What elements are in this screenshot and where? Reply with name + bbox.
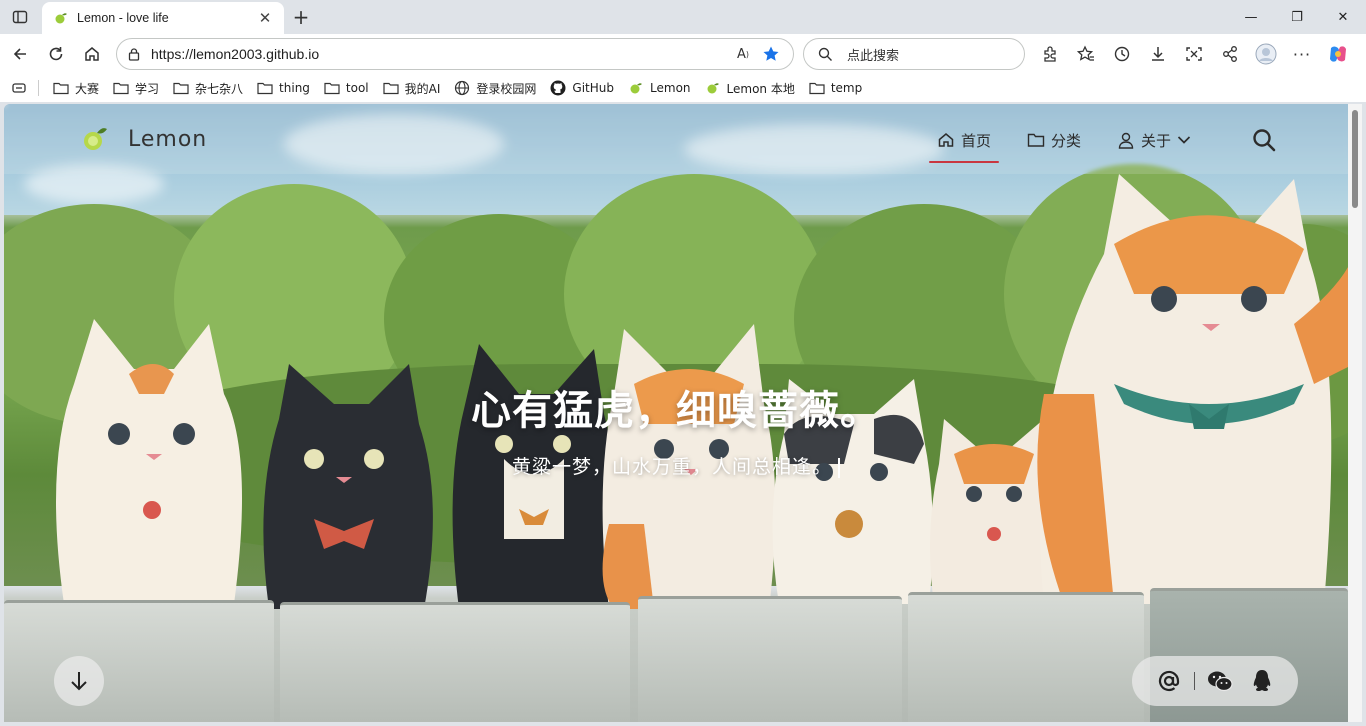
bookmark-item[interactable]: 我的AI bbox=[377, 77, 447, 99]
close-window-icon[interactable]: ✕ bbox=[1320, 0, 1366, 34]
lemon-favicon-icon bbox=[55, 13, 67, 24]
menu-label: 关于 bbox=[1141, 131, 1172, 150]
scroll-down-button[interactable] bbox=[54, 656, 104, 706]
hero-title: 心有猛虎，细嗅蔷薇。 bbox=[471, 388, 881, 434]
bookmark-item[interactable]: tool bbox=[318, 77, 375, 99]
url-text: https://lemon2003.github.io bbox=[151, 46, 320, 62]
tab-strip: Lemon - love life ✕ + — ❐ ✕ bbox=[0, 0, 1366, 34]
history-icon[interactable] bbox=[1108, 40, 1136, 68]
home-icon bbox=[937, 131, 955, 149]
hero-subtitle: 黄粱一梦，山水万重，人间总相逢。 bbox=[4, 452, 1348, 479]
folder-icon bbox=[324, 80, 340, 96]
folder-icon bbox=[173, 80, 189, 96]
qq-icon[interactable] bbox=[1249, 668, 1275, 694]
folder-icon bbox=[1027, 131, 1045, 149]
lemon-icon bbox=[628, 80, 644, 96]
lock-icon[interactable] bbox=[127, 47, 141, 61]
window-controls: — ❐ ✕ bbox=[1228, 0, 1366, 34]
favorite-star-icon[interactable] bbox=[759, 42, 783, 66]
home-icon[interactable] bbox=[78, 40, 106, 68]
email-at-icon[interactable] bbox=[1156, 668, 1182, 694]
bookmark-item[interactable]: 登录校园网 bbox=[448, 77, 542, 99]
menu-item-categories[interactable]: 分类 bbox=[1019, 126, 1089, 154]
social-divider bbox=[1193, 672, 1195, 690]
search-box[interactable]: 点此搜索 bbox=[803, 38, 1025, 70]
lemon-icon bbox=[705, 80, 721, 96]
profile-avatar-icon[interactable] bbox=[1252, 40, 1280, 68]
folder-icon bbox=[113, 80, 129, 96]
search-placeholder: 点此搜索 bbox=[847, 48, 900, 64]
favorites-icon[interactable] bbox=[1072, 40, 1100, 68]
tab-actions-icon[interactable] bbox=[8, 6, 32, 28]
bookmark-label: tool bbox=[345, 81, 369, 95]
bookmark-label: GitHub bbox=[572, 81, 615, 95]
more-options-icon[interactable]: ··· bbox=[1288, 40, 1316, 68]
site-search-icon[interactable] bbox=[1250, 126, 1278, 154]
bookmark-item[interactable]: 大赛 bbox=[47, 77, 105, 99]
bookmark-label: 登录校园网 bbox=[476, 81, 537, 96]
site-navbar: Lemon 首页 分类 关于 bbox=[4, 104, 1348, 174]
typing-cursor bbox=[838, 457, 840, 478]
back-icon[interactable] bbox=[6, 40, 34, 68]
menu-label: 分类 bbox=[1051, 131, 1082, 150]
bookmark-label: 大赛 bbox=[75, 81, 100, 96]
folder-icon bbox=[383, 80, 399, 96]
folder-icon bbox=[53, 80, 69, 96]
bookmark-item[interactable]: temp bbox=[803, 77, 868, 99]
bookmark-label: Lemon bbox=[650, 81, 691, 95]
bookmark-label: 杂七杂八 bbox=[195, 81, 244, 96]
bookmark-item[interactable]: Lemon bbox=[622, 77, 697, 99]
bookmark-label: temp bbox=[830, 81, 863, 95]
bookmark-label: 学习 bbox=[135, 81, 160, 96]
menu-label: 首页 bbox=[961, 131, 992, 150]
lemon-logo-icon bbox=[84, 128, 107, 150]
bookmark-item[interactable]: 杂七杂八 bbox=[167, 77, 249, 99]
menu-item-home[interactable]: 首页 bbox=[929, 126, 1000, 163]
bookmark-item[interactable]: thing bbox=[251, 77, 316, 99]
browser-toolbar: https://lemon2003.github.io A) 点此搜索 ··· bbox=[0, 34, 1366, 74]
read-aloud-icon[interactable]: A) bbox=[731, 42, 755, 66]
hero-subtitle-text: 黄粱一梦，山水万重，人间总相逢。 bbox=[511, 456, 832, 478]
bookmark-label: Lemon 本地 bbox=[726, 81, 795, 96]
arrow-down-icon bbox=[71, 672, 87, 691]
refresh-icon[interactable] bbox=[42, 40, 70, 68]
search-icon bbox=[818, 47, 832, 61]
bookmark-item[interactable]: 学习 bbox=[107, 77, 165, 99]
folder-icon bbox=[809, 80, 825, 96]
site-menu: 首页 分类 关于 bbox=[929, 126, 1219, 163]
bookmark-item[interactable]: Lemon 本地 bbox=[699, 77, 801, 99]
bookmark-item[interactable]: GitHub bbox=[544, 77, 620, 99]
tab-title: Lemon - love life bbox=[77, 11, 169, 25]
globe-icon bbox=[454, 80, 470, 96]
chevron-down-icon bbox=[1177, 135, 1191, 145]
user-icon bbox=[1117, 131, 1135, 149]
menu-item-about[interactable]: 关于 bbox=[1109, 126, 1199, 154]
logo-text: Lemon bbox=[128, 126, 208, 152]
folder-icon bbox=[257, 80, 273, 96]
active-tab[interactable]: Lemon - love life ✕ bbox=[42, 2, 284, 34]
social-links bbox=[1132, 656, 1298, 706]
extensions-icon[interactable] bbox=[1036, 40, 1064, 68]
close-tab-icon[interactable]: ✕ bbox=[256, 9, 274, 27]
new-tab-icon[interactable]: + bbox=[290, 5, 312, 29]
page-viewport: Lemon 首页 分类 关于 心有猛虎，细嗅蔷薇。 黄粱一梦，山水万重，人间总相… bbox=[4, 104, 1348, 722]
downloads-icon[interactable] bbox=[1144, 40, 1172, 68]
bookmark-label: thing bbox=[279, 81, 310, 95]
scrollbar-thumb[interactable] bbox=[1352, 110, 1358, 208]
share-icon[interactable] bbox=[1216, 40, 1244, 68]
screenshot-icon[interactable] bbox=[1180, 40, 1208, 68]
page-scrollbar[interactable] bbox=[1348, 104, 1362, 722]
address-bar[interactable]: https://lemon2003.github.io A) bbox=[116, 38, 794, 70]
bookmarks-divider bbox=[38, 80, 39, 96]
restore-icon[interactable]: ❐ bbox=[1274, 0, 1320, 34]
copilot-icon[interactable] bbox=[1324, 40, 1352, 68]
github-icon bbox=[550, 80, 566, 96]
site-logo[interactable]: Lemon bbox=[82, 126, 207, 152]
wechat-icon[interactable] bbox=[1207, 668, 1233, 694]
bookmark-label: 我的AI bbox=[404, 81, 441, 96]
bookmarks-bar: 大赛 学习 杂七杂八 thing tool 我的AI 登录校园网 GitHub … bbox=[0, 74, 1366, 102]
minimize-icon[interactable]: — bbox=[1228, 0, 1274, 34]
reading-list-icon[interactable] bbox=[10, 79, 28, 97]
toolbar-icons: ··· bbox=[1036, 40, 1360, 68]
